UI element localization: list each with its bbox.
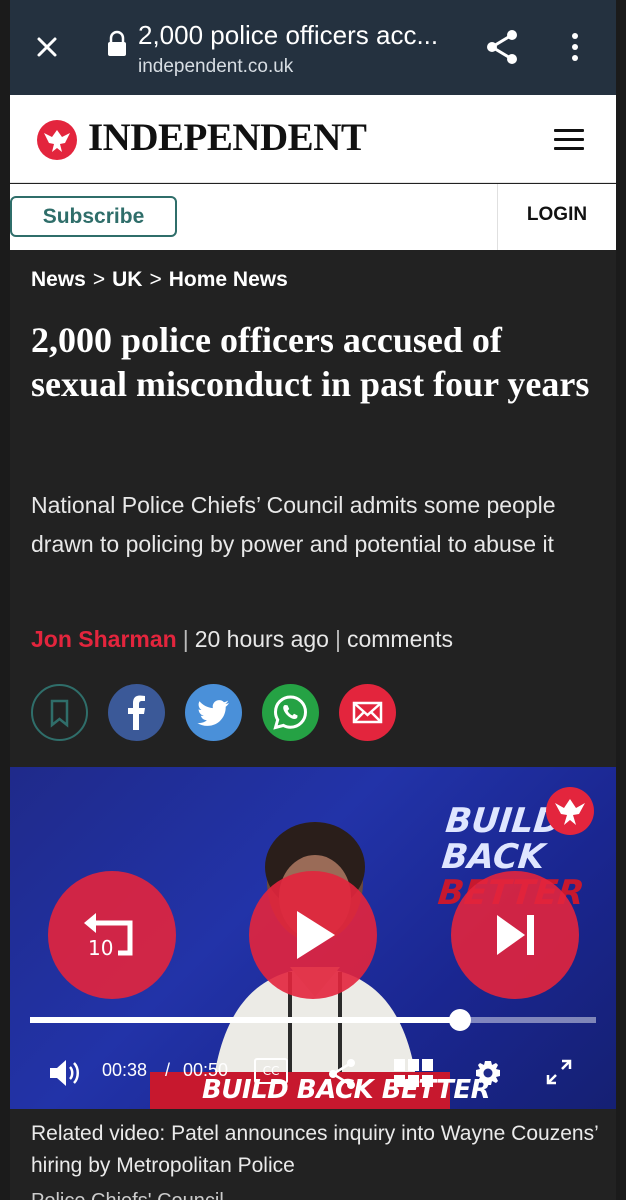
time-separator: / [165,1060,171,1080]
article-byline: Jon Sharman | 20 hours ago | comments [31,626,454,652]
subscribe-bar: Subscribe LOGIN [10,184,616,250]
rewind-10-button[interactable]: 10 [48,871,176,999]
grid-icon[interactable] [394,1057,434,1089]
facebook-share-button[interactable] [108,684,165,741]
whatsapp-share-button[interactable] [262,684,319,741]
settings-gear-icon[interactable] [472,1057,504,1089]
breadcrumb-item-uk[interactable]: UK [112,268,142,291]
bookmark-icon [50,699,69,728]
close-icon[interactable] [32,32,62,62]
comments-link[interactable]: comments [347,626,453,652]
progress-knob[interactable] [449,1009,472,1031]
site-masthead: INDEPENDENT [10,95,616,183]
browser-tab-title[interactable]: 2,000 police officers acc... [138,20,458,51]
truncated-text: Police Chiefs' Council [31,1190,224,1200]
login-button[interactable]: LOGIN [497,184,616,250]
publish-time: 20 hours ago [194,626,329,652]
volume-icon[interactable] [48,1057,84,1089]
lock-icon [108,30,126,56]
share-icon[interactable] [326,1057,358,1091]
menu-icon[interactable] [554,129,584,151]
twitter-share-button[interactable] [185,684,242,741]
duration: 00:50 [183,1060,229,1080]
subscribe-button[interactable]: Subscribe [10,196,177,237]
skip-next-button[interactable] [451,871,579,999]
share-icon[interactable] [484,28,520,66]
play-icon [297,911,335,959]
author-link[interactable]: Jon Sharman [31,626,177,652]
more-options-icon[interactable] [570,32,580,62]
closed-captions-button[interactable]: CC [254,1058,288,1084]
breadcrumb: News > UK > Home News [31,268,288,292]
eagle-logo-icon[interactable] [36,119,78,161]
video-caption: Related video: Patel announces inquiry i… [31,1122,598,1177]
article-headline: 2,000 police officers accused of sexual … [31,320,590,404]
breadcrumb-item-news[interactable]: News [31,268,86,291]
twitter-icon [197,700,229,726]
svg-text:10: 10 [88,936,113,960]
browser-url[interactable]: independent.co.uk [138,56,293,78]
eagle-logo-icon [555,799,585,825]
page-frame: 2,000 police officers acc... independent… [10,0,616,1200]
video-logo-badge [546,787,594,835]
email-icon [352,701,383,724]
browser-toolbar: 2,000 police officers acc... independent… [10,0,616,95]
skip-next-icon [497,915,534,955]
rewind-icon: 10 [84,913,133,960]
play-button[interactable] [249,871,377,999]
breadcrumb-separator: > [92,268,106,291]
site-logo-text[interactable]: INDEPENDENT [88,115,367,160]
current-time: 00:38 [102,1060,148,1080]
breadcrumb-item-home-news[interactable]: Home News [169,268,288,291]
video-player[interactable]: BUILD BACK BETTER BUILD BACK BETTER 10 [10,767,616,1109]
whatsapp-icon [273,695,308,730]
article-standfirst: National Police Chiefs’ Council admits s… [31,492,556,557]
facebook-icon [128,695,145,730]
video-progress-bar[interactable] [30,1009,596,1031]
email-share-button[interactable] [339,684,396,741]
breadcrumb-separator: > [149,268,162,291]
fullscreen-icon[interactable] [544,1057,574,1087]
bookmark-button[interactable] [31,684,88,741]
